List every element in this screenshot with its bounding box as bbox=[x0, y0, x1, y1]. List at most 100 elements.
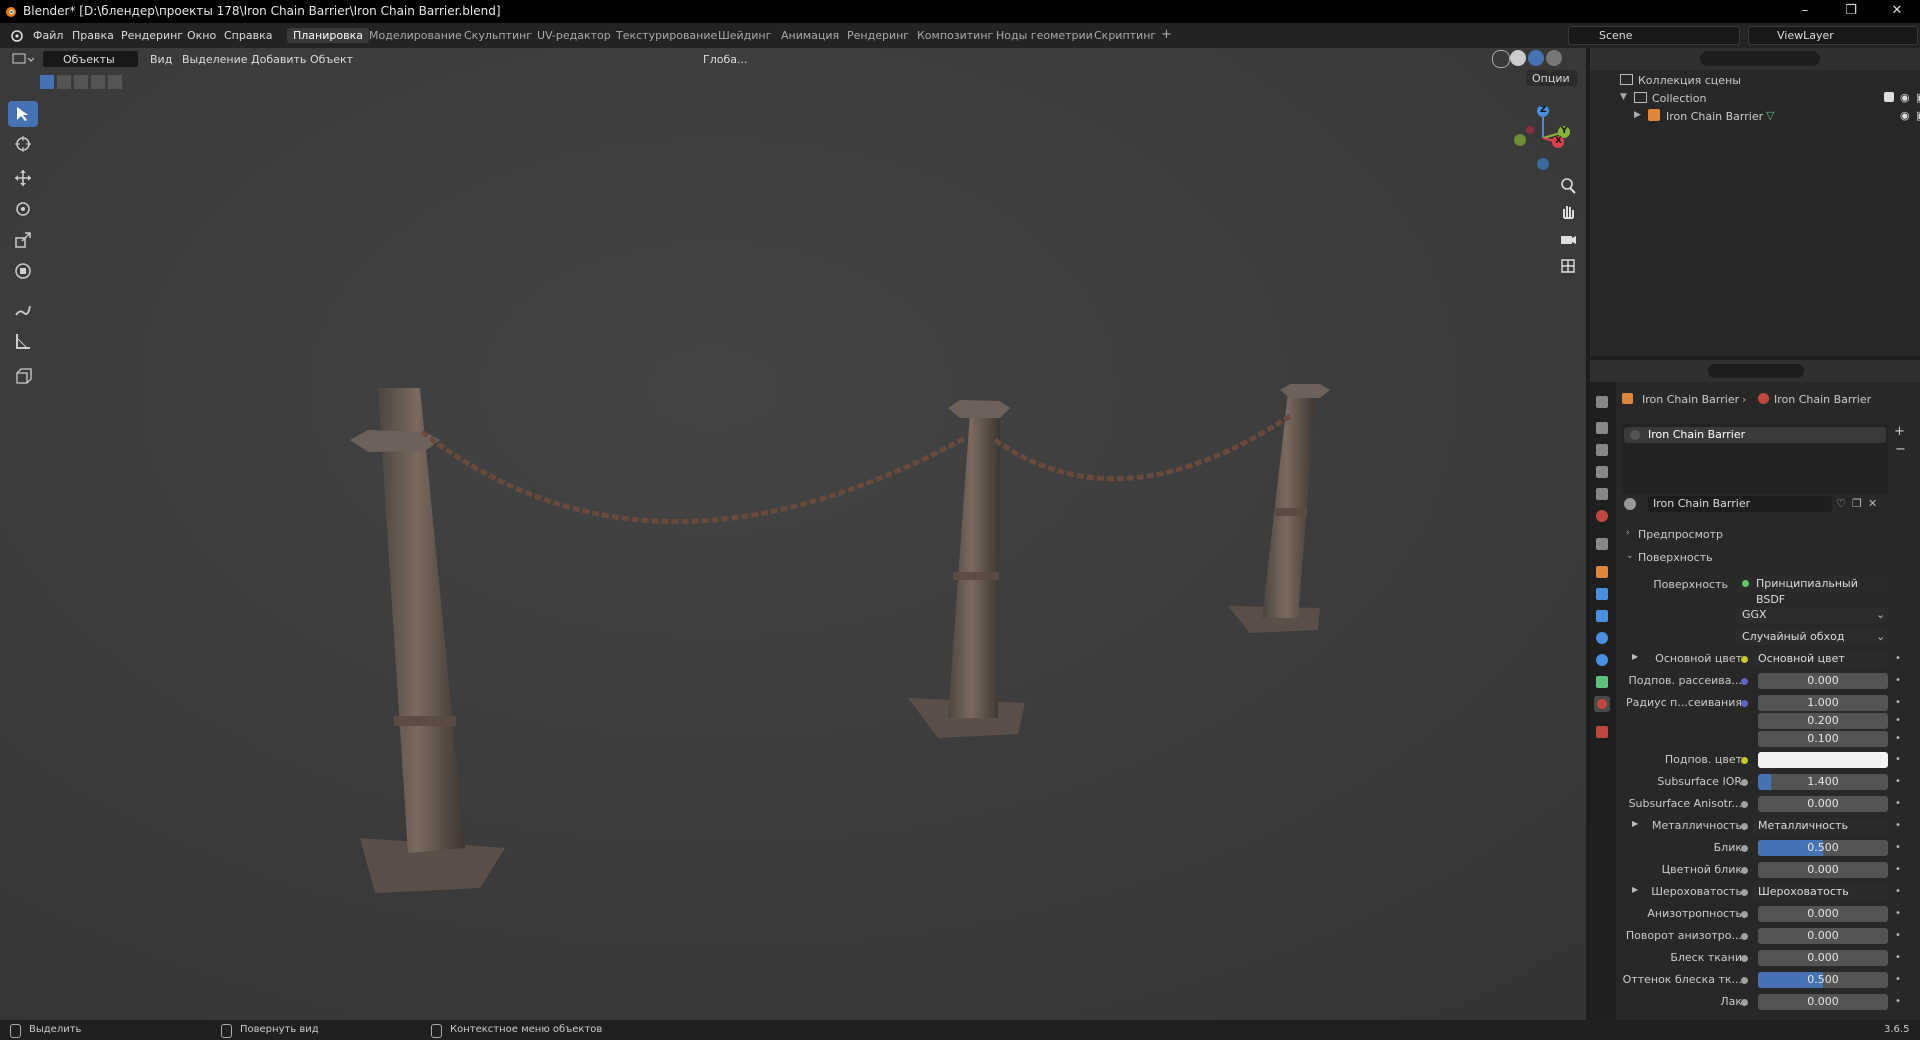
keyframe-dot-icon[interactable]: • bbox=[1895, 653, 1901, 664]
input-socket-icon[interactable] bbox=[1741, 845, 1748, 852]
distribution-dropdown[interactable]: GGX ⌄ bbox=[1736, 607, 1888, 623]
object-tab-icon[interactable] bbox=[1596, 566, 1608, 578]
material-name-field[interactable]: Iron Chain Barrier bbox=[1648, 496, 1832, 512]
properties-search-input[interactable] bbox=[1708, 364, 1804, 378]
options-dropdown[interactable]: Опции bbox=[1526, 70, 1578, 86]
cursor-tool[interactable] bbox=[8, 131, 38, 157]
select-box-tool[interactable] bbox=[8, 101, 38, 127]
input-socket-icon[interactable] bbox=[1741, 977, 1748, 984]
fake-user-icon[interactable]: ♡ bbox=[1836, 497, 1846, 510]
transform-orientation-dropdown[interactable]: Глоба... bbox=[703, 53, 747, 66]
outliner-scene-collection[interactable]: Коллекция сцены bbox=[1614, 72, 1914, 90]
solid-shading-icon[interactable] bbox=[1510, 50, 1526, 66]
tab-geometry-nodes[interactable]: Ноды геометрии bbox=[990, 28, 1099, 43]
camera-view-button[interactable] bbox=[1556, 227, 1580, 251]
menu-select[interactable]: Выделение bbox=[182, 53, 248, 66]
keyframe-dot-icon[interactable]: • bbox=[1895, 776, 1901, 787]
eye-icon[interactable]: ◉ bbox=[1900, 109, 1910, 122]
select-intersect-icon[interactable] bbox=[108, 75, 122, 89]
panel-preview[interactable]: › Предпросмотр bbox=[1622, 526, 1912, 544]
tab-uv-editing[interactable]: UV-редактор bbox=[531, 28, 617, 43]
tab-shading[interactable]: Шейдинг bbox=[712, 28, 777, 43]
keyframe-dot-icon[interactable]: • bbox=[1895, 715, 1901, 726]
tab-scripting[interactable]: Скриптинг bbox=[1088, 28, 1162, 43]
input-socket-icon[interactable] bbox=[1741, 678, 1748, 685]
subsurface-method-dropdown[interactable]: Случайный обход ⌄ bbox=[1736, 629, 1888, 645]
keyframe-dot-icon[interactable]: • bbox=[1895, 697, 1901, 708]
material-slot-row[interactable]: Iron Chain Barrier bbox=[1624, 427, 1886, 443]
keyframe-dot-icon[interactable]: • bbox=[1895, 754, 1901, 765]
outliner-collection[interactable]: ▼ Collection ◉ ▣ bbox=[1614, 90, 1920, 108]
outliner-search-input[interactable] bbox=[1700, 51, 1820, 66]
expand-arrow-icon[interactable]: ▶ bbox=[1632, 819, 1638, 828]
3d-viewport[interactable] bbox=[0, 48, 1586, 1020]
tab-texture-paint[interactable]: Текстурирование bbox=[610, 28, 723, 43]
pan-button[interactable] bbox=[1556, 200, 1580, 224]
linked-input-field[interactable]: Основной цвет bbox=[1752, 651, 1888, 667]
number-field[interactable]: 0.000 bbox=[1758, 906, 1888, 922]
add-cube-tool[interactable] bbox=[8, 363, 38, 389]
keyframe-dot-icon[interactable]: • bbox=[1895, 820, 1901, 831]
menu-view[interactable]: Вид bbox=[150, 53, 172, 66]
keyframe-dot-icon[interactable]: • bbox=[1895, 974, 1901, 985]
move-tool[interactable] bbox=[8, 165, 38, 191]
number-field[interactable]: 0.000 bbox=[1758, 862, 1888, 878]
linked-input-field[interactable]: Шероховатость bbox=[1752, 884, 1888, 900]
select-new-icon[interactable] bbox=[40, 75, 54, 89]
surface-shader-field[interactable]: Принципиальный BSDF bbox=[1736, 576, 1888, 606]
select-invert-icon[interactable] bbox=[91, 75, 105, 89]
rotate-tool[interactable] bbox=[8, 196, 38, 222]
number-field[interactable]: 0.000 bbox=[1758, 673, 1888, 689]
maximize-button[interactable]: ❐ bbox=[1828, 0, 1874, 23]
texture-tab-icon[interactable] bbox=[1596, 726, 1608, 738]
number-field[interactable]: 0.200 bbox=[1758, 713, 1888, 729]
number-field[interactable]: 0.000 bbox=[1758, 994, 1888, 1010]
perspective-toggle-button[interactable] bbox=[1556, 254, 1580, 278]
scene-selector[interactable]: Scene bbox=[1568, 26, 1740, 45]
menu-file[interactable]: Файл bbox=[33, 29, 63, 42]
menu-edit[interactable]: Правка bbox=[72, 29, 114, 42]
expand-arrow-icon[interactable]: ▼ bbox=[1620, 92, 1627, 102]
menu-window[interactable]: Окно bbox=[187, 29, 216, 42]
keyframe-dot-icon[interactable]: • bbox=[1895, 996, 1901, 1007]
material-preview-icon[interactable] bbox=[1528, 50, 1544, 66]
keyframe-dot-icon[interactable]: • bbox=[1895, 930, 1901, 941]
number-field[interactable]: 0.000 bbox=[1758, 950, 1888, 966]
duplicate-icon[interactable]: ❐ bbox=[1852, 497, 1862, 510]
menu-object[interactable]: Объект bbox=[310, 53, 353, 66]
tab-rendering[interactable]: Рендеринг bbox=[841, 28, 915, 43]
number-field[interactable]: 1.400 bbox=[1758, 774, 1888, 790]
keyframe-dot-icon[interactable]: • bbox=[1895, 952, 1901, 963]
tab-sculpting[interactable]: Скульптинг bbox=[458, 28, 538, 43]
input-socket-icon[interactable] bbox=[1741, 867, 1748, 874]
keyframe-dot-icon[interactable]: • bbox=[1895, 908, 1901, 919]
select-subtract-icon[interactable] bbox=[74, 75, 88, 89]
browse-material-icon[interactable] bbox=[1624, 498, 1636, 510]
input-socket-icon[interactable] bbox=[1741, 700, 1748, 707]
input-socket-icon[interactable] bbox=[1741, 955, 1748, 962]
collection-tab-icon[interactable] bbox=[1596, 538, 1608, 550]
minimize-button[interactable]: – bbox=[1782, 0, 1828, 23]
tab-animation[interactable]: Анимация bbox=[775, 28, 845, 43]
number-field[interactable]: 1.000 bbox=[1758, 695, 1888, 711]
camera-render-icon[interactable]: ▣ bbox=[1916, 109, 1920, 122]
input-socket-icon[interactable] bbox=[1741, 999, 1748, 1006]
input-socket-icon[interactable] bbox=[1741, 823, 1748, 830]
annotate-tool[interactable] bbox=[8, 297, 38, 323]
output-tab-icon[interactable] bbox=[1596, 444, 1608, 456]
expand-arrow-icon[interactable]: ▶ bbox=[1634, 110, 1641, 120]
remove-slot-button[interactable]: − bbox=[1895, 442, 1906, 457]
number-field[interactable]: 0.500 bbox=[1758, 972, 1888, 988]
keyframe-dot-icon[interactable]: • bbox=[1895, 675, 1901, 686]
select-extend-icon[interactable] bbox=[57, 75, 71, 89]
checkbox-icon[interactable] bbox=[1884, 92, 1894, 102]
input-socket-icon[interactable] bbox=[1741, 801, 1748, 808]
scale-tool[interactable] bbox=[8, 227, 38, 253]
wireframe-shading-icon[interactable] bbox=[1492, 50, 1510, 68]
camera-render-icon[interactable]: ▣ bbox=[1916, 91, 1920, 104]
material-slots-list[interactable]: Iron Chain Barrier bbox=[1622, 424, 1888, 494]
constraints-tab-icon[interactable] bbox=[1596, 654, 1608, 666]
add-slot-button[interactable]: + bbox=[1894, 424, 1905, 439]
menu-help[interactable]: Справка bbox=[224, 29, 272, 42]
input-socket-icon[interactable] bbox=[1741, 933, 1748, 940]
